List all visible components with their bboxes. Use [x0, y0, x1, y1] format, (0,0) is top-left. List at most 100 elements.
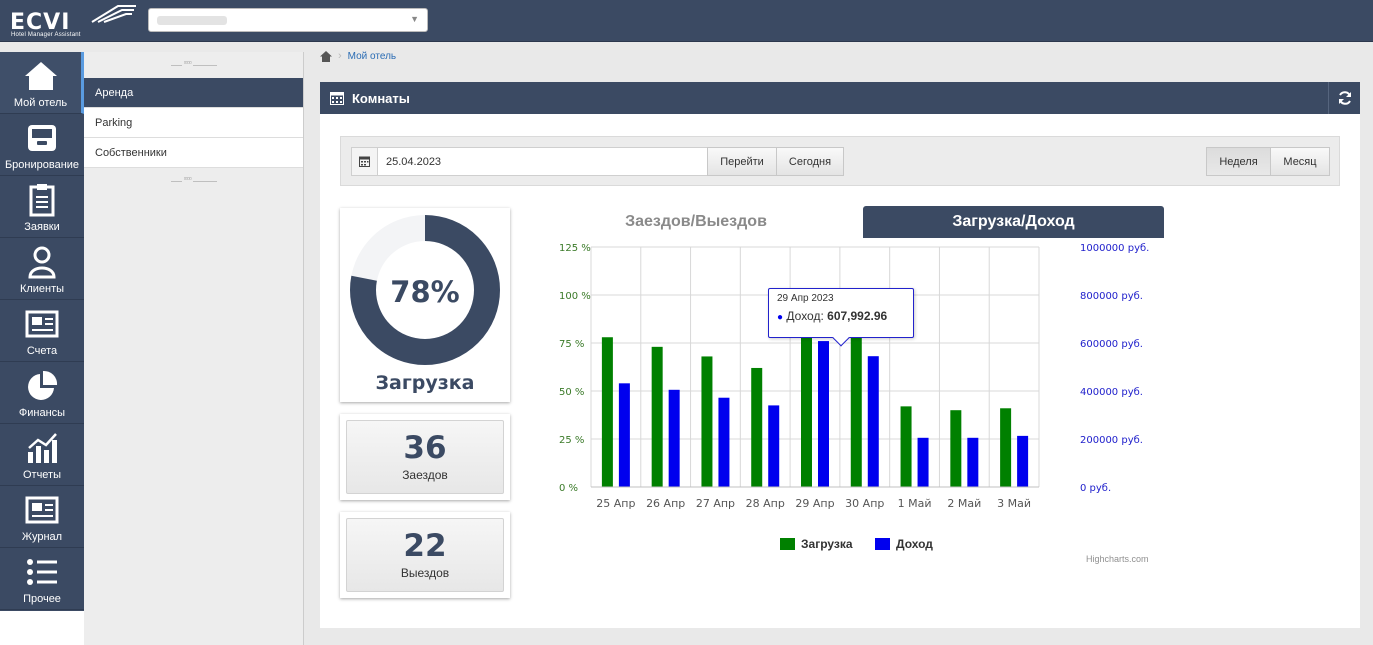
breadcrumb-separator: ›	[338, 50, 342, 62]
tab-checkins-checkouts[interactable]: Заездов/Выездов	[586, 206, 806, 238]
tooltip-date: 29 Апр 2023	[777, 293, 834, 304]
go-button[interactable]: Перейти	[707, 147, 777, 176]
sidebar-footer	[0, 611, 84, 645]
bar-income	[618, 383, 630, 487]
legend-label-load: Загрузка	[801, 537, 853, 551]
y-left-tick-label: 75 %	[559, 339, 584, 350]
bar-income	[1017, 435, 1029, 487]
y-left-tick-label: 50 %	[559, 387, 584, 398]
bar-load	[651, 346, 663, 487]
list-icon	[27, 559, 57, 585]
nav-item-my-hotel[interactable]: Мой отель	[0, 52, 84, 114]
y-left-tick-label: 25 %	[559, 435, 584, 446]
nav-item-other[interactable]: Прочее	[0, 548, 84, 610]
checkouts-count: 22	[403, 528, 447, 564]
pie-chart-icon	[28, 370, 58, 400]
nav-item-requests[interactable]: Заявки	[0, 176, 84, 238]
main-sidebar: Мой отель Бронирование Заявки Клиенты Сч…	[0, 52, 84, 611]
bar-load	[850, 319, 862, 487]
bar-income	[917, 437, 929, 487]
chart-tooltip: 29 Апр 2023 ● Доход: 607,992.96	[768, 288, 914, 347]
refresh-icon	[1338, 91, 1351, 105]
x-tick-label: 29 Апр	[795, 497, 834, 510]
y-left-tick-label: 125 %	[559, 243, 591, 254]
occupancy-label: Загрузка	[375, 372, 475, 394]
nav-label: Финансы	[18, 407, 66, 419]
submenu-bottom-grip[interactable]	[84, 168, 303, 194]
submenu-item-owners[interactable]: Собственники	[84, 138, 303, 168]
checkouts-label: Выездов	[400, 566, 450, 580]
refresh-button[interactable]	[1328, 82, 1360, 114]
nav-item-invoices[interactable]: Счета	[0, 300, 84, 362]
checkins-count: 36	[403, 430, 447, 466]
nav-item-clients[interactable]: Клиенты	[0, 238, 84, 300]
date-input[interactable]: 25.04.2023	[351, 147, 708, 176]
nav-item-finance[interactable]: Финансы	[0, 362, 84, 424]
calendar-grid-icon	[330, 92, 344, 105]
y-right-tick-label: 600000 руб.	[1080, 339, 1143, 350]
invoice-icon	[25, 310, 59, 338]
tooltip-value-row: ● Доход: 607,992.96	[777, 309, 905, 323]
checkins-card: 36 Заездов	[340, 414, 510, 500]
x-tick-label: 26 Апр	[646, 497, 685, 510]
bar-income	[768, 405, 780, 487]
legend-item-load[interactable]: Загрузка	[780, 537, 853, 551]
nav-item-booking[interactable]: Бронирование	[0, 114, 84, 176]
tab-load-income[interactable]: Загрузка/Доход	[863, 206, 1164, 238]
home-icon[interactable]	[320, 50, 332, 62]
hotel-select[interactable]: ▼	[148, 8, 428, 32]
today-button[interactable]: Сегодня	[776, 147, 844, 176]
bar-income	[818, 341, 829, 487]
legend-item-income[interactable]: Доход	[875, 537, 933, 551]
x-tick-label: 1 Май	[898, 497, 932, 510]
chevron-down-icon: ▼	[410, 14, 419, 24]
nav-label: Мой отель	[13, 97, 68, 109]
panel-title: Комнаты	[352, 90, 410, 106]
bar-income	[967, 437, 979, 487]
logo-subtitle: Hotel Manager Assistant	[11, 32, 81, 38]
legend-label-income: Доход	[896, 537, 933, 551]
top-bar: ECVI Hotel Manager Assistant ▼	[0, 0, 1373, 42]
panel-header: Комнаты	[320, 82, 1360, 114]
nav-label: Заявки	[24, 221, 60, 233]
nav-item-reports[interactable]: Отчеты	[0, 424, 84, 486]
date-toolbar: 25.04.2023 Перейти Сегодня Неделя Месяц	[340, 136, 1340, 186]
submenu-item-rent[interactable]: Аренда	[84, 78, 303, 108]
bar-chart-icon	[28, 433, 57, 463]
logo-swoosh-icon	[91, 5, 136, 23]
journal-icon	[25, 496, 59, 524]
calendar-icon[interactable]	[352, 148, 378, 175]
app-logo[interactable]: ECVI Hotel Manager Assistant	[8, 4, 138, 38]
home-icon	[24, 62, 57, 90]
week-button[interactable]: Неделя	[1206, 147, 1271, 176]
y-right-tick-label: 400000 руб.	[1080, 387, 1143, 398]
y-right-tick-label: 800000 руб.	[1080, 291, 1143, 302]
bar-load	[751, 367, 763, 487]
bar-income	[668, 389, 680, 487]
nav-label: Прочее	[23, 593, 61, 605]
submenu-top-grip[interactable]	[84, 52, 303, 78]
date-value: 25.04.2023	[386, 156, 442, 168]
bar-income	[867, 356, 879, 487]
legend-swatch-load	[780, 538, 795, 550]
tooltip-series: Доход:	[786, 309, 824, 323]
submenu-item-parking[interactable]: Parking	[84, 108, 303, 138]
month-button[interactable]: Месяц	[1270, 147, 1330, 176]
x-tick-label: 28 Апр	[746, 497, 785, 510]
tooltip-value: 607,992.96	[827, 309, 888, 323]
x-tick-label: 25 Апр	[596, 497, 635, 510]
inbox-icon	[28, 125, 56, 151]
nav-label: Клиенты	[19, 283, 65, 295]
bar-load	[701, 356, 713, 487]
checkouts-card: 22 Выездов	[340, 512, 510, 598]
user-icon	[28, 246, 56, 279]
breadcrumb-current[interactable]: Мой отель	[348, 51, 396, 62]
legend-swatch-income	[875, 538, 890, 550]
nav-item-journal[interactable]: Журнал	[0, 486, 84, 548]
nav-label: Счета	[26, 345, 58, 357]
y-right-tick-label: 1000000 руб.	[1080, 243, 1149, 254]
chart-credits[interactable]: Highcharts.com	[1086, 554, 1149, 564]
series-dot-icon: ●	[777, 312, 784, 323]
occupancy-card: 78% Загрузка	[340, 208, 510, 402]
x-tick-label: 3 Май	[997, 497, 1031, 510]
